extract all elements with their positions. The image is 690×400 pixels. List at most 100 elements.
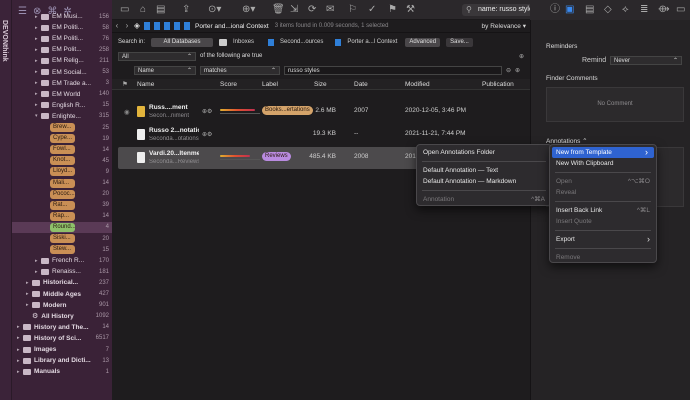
panel-icon[interactable]: ▭	[676, 4, 685, 16]
finder-comment-field[interactable]: No Comment	[546, 87, 684, 122]
add-criteria-icon[interactable]: ⊕	[515, 67, 520, 74]
sidebar-item-label: EM Polit...	[52, 46, 82, 54]
link-icon[interactable]: ⟡	[622, 4, 629, 16]
table-row[interactable]: ◉ Russ....ment Secon...niment ⊕⚙ Books...er…	[112, 101, 530, 123]
sidebar-item[interactable]: ▸ EM Trade a... 3	[12, 78, 112, 89]
sidebar-item[interactable]: ▸ Modern 901	[12, 300, 112, 311]
flag-icon[interactable]: ⚑	[388, 4, 397, 16]
sidebar-item[interactable]: Mali... 14	[12, 178, 112, 189]
more-icon[interactable]: ⊙▾	[208, 4, 221, 16]
scope-inboxes[interactable]: Inboxes	[233, 39, 254, 45]
operator-select[interactable]: matches ⌃	[200, 65, 280, 75]
col-name[interactable]: Name	[137, 81, 154, 88]
sidebar-item[interactable]: ▸ EM Social... 53	[12, 67, 112, 78]
col-size[interactable]: Size	[314, 81, 327, 88]
menu-item[interactable]: Default Annotation — Markdown	[417, 176, 551, 187]
advanced-button[interactable]: Advanced	[405, 37, 441, 47]
sidebar-item[interactable]: Siski... 20	[12, 233, 112, 244]
sidebar-item[interactable]: ▸ Middle Ages 427	[12, 289, 112, 300]
sidebar-item[interactable]: ▸ Historical... 237	[12, 277, 112, 288]
col-date[interactable]: Date	[354, 81, 368, 88]
menu-item[interactable]: Export ›	[550, 234, 656, 245]
forward-icon[interactable]: ›	[122, 20, 132, 32]
format-icon[interactable]: ▤	[156, 4, 165, 16]
sidebar-item[interactable]: Round... 4	[12, 221, 112, 233]
sidebar-item[interactable]: ▸ Library and Dicti... 13	[12, 355, 112, 366]
menu-item[interactable]: New from Template ›	[552, 147, 654, 158]
document-icon[interactable]: ▤	[585, 4, 594, 16]
tag-label: Lloyd...	[50, 167, 75, 177]
sidebar-item[interactable]: ▸ Images 7	[12, 344, 112, 355]
search-value: name: russo styles	[478, 6, 537, 13]
sidebar-item[interactable]: ▸ History and The... 14	[12, 322, 112, 333]
criteria-value-input[interactable]: russo styles	[284, 65, 502, 75]
pane-divider[interactable]	[530, 20, 540, 400]
sidebar-toggle-icon[interactable]: ▭	[120, 4, 129, 16]
save-search-button[interactable]: Save...	[446, 37, 473, 47]
sidebar-item[interactable]: ▸ EM Relig... 211	[12, 55, 112, 66]
sidebar-item[interactable]: Rat... 39	[12, 200, 112, 211]
related-icon[interactable]: ⟴	[658, 4, 670, 16]
sidebar-item[interactable]: ▸ EM Politi... 58	[12, 22, 112, 33]
sidebar-item[interactable]: Brew... 25	[12, 122, 112, 133]
sidebar-item[interactable]: ▸ EM World 140	[12, 89, 112, 100]
col-publication[interactable]: Publication	[482, 81, 514, 88]
sidebar-item[interactable]: ▸ EM Politi... 76	[12, 33, 112, 44]
col-score[interactable]: Score	[220, 81, 237, 88]
sidebar-item-count: 4	[105, 224, 109, 231]
open-in-icon[interactable]: ⇲	[290, 4, 298, 16]
menu-item[interactable]: Insert Back Link ^⌘L	[550, 205, 656, 216]
sidebar-item[interactable]: Pococ... 20	[12, 189, 112, 200]
menu-item[interactable]: Open Annotations Folder	[417, 147, 551, 158]
menu-item: Remove	[550, 252, 656, 263]
remind-select[interactable]: Never ⌃	[610, 56, 682, 65]
add-criteria-icon[interactable]: ⊕	[519, 53, 524, 60]
tag-icon[interactable]: ◇	[604, 4, 612, 16]
sidebar-item[interactable]: ▾ Enlighte... 315	[12, 111, 112, 122]
sidebar-item[interactable]: ▸ French R... 170	[12, 255, 112, 266]
back-icon[interactable]: ‹	[112, 20, 122, 32]
sidebar-item[interactable]: Stew... 15	[12, 244, 112, 255]
bookmark-icon[interactable]: ⌂	[140, 4, 146, 16]
menu-item[interactable]: New With Clipboard	[550, 158, 656, 169]
sidebar-item[interactable]: ▸ EM Polit... 258	[12, 44, 112, 55]
table-row[interactable]: Russo 2...notation)Seconda...otations⊕⚙ …	[112, 124, 530, 146]
menu-item[interactable]: Default Annotation — Text	[417, 165, 551, 176]
tools-icon[interactable]: ⚒	[406, 4, 415, 16]
add-icon[interactable]: ⊕▾	[242, 4, 255, 16]
share-icon[interactable]: ⇪	[182, 4, 190, 16]
sort-menu[interactable]: by Relevance ▾	[482, 22, 526, 30]
info-icon[interactable]: ⓘ	[550, 4, 560, 16]
sidebar-item[interactable]: ▸ History of Sci... 6517	[12, 333, 112, 344]
sidebar-item[interactable]: Lloyd... 9	[12, 166, 112, 177]
submenu-arrow-icon: ›	[645, 147, 648, 157]
sidebar-item[interactable]: ▸ EM Musi... 156	[12, 11, 112, 22]
see-also-icon[interactable]: ≣	[640, 4, 648, 16]
all-any-select[interactable]: All ⌃	[118, 51, 196, 61]
scope-porter-context[interactable]: Porter a...l Context	[347, 39, 397, 45]
sidebar-item[interactable]: ▸ English R... 15	[12, 100, 112, 111]
flag-column-icon[interactable]: ⚑	[122, 80, 128, 88]
annotation-icon[interactable]: ▣	[565, 4, 574, 16]
scope-secondary-sources[interactable]: Second...ources	[280, 39, 323, 45]
sidebar-item[interactable]: Cype... 19	[12, 133, 112, 144]
info-icon[interactable]: ✉	[326, 4, 334, 16]
sidebar-item-label: Manuals	[34, 368, 61, 376]
sidebar-item[interactable]: ▸ Renaiss... 181	[12, 266, 112, 277]
breadcrumb[interactable]: Porter and...ional Context	[195, 23, 269, 30]
sidebar-item[interactable]: ▸ Manuals 1	[12, 366, 112, 377]
scope-all-databases[interactable]: All Databases	[151, 37, 214, 47]
sidebar-item[interactable]: ⚙ All History 1092	[12, 311, 112, 322]
remove-criteria-icon[interactable]: ⊖	[506, 67, 511, 74]
sidebar-item[interactable]: Rap... 14	[12, 211, 112, 222]
sidebar-item[interactable]: Fowl... 14	[12, 144, 112, 155]
pin-icon[interactable]: ⚐	[348, 4, 357, 16]
mark-icon[interactable]: ✓	[368, 4, 376, 16]
sync-icon[interactable]: ⟳	[308, 4, 316, 16]
col-modified[interactable]: Modified	[405, 81, 430, 88]
trash-icon[interactable]: 🗑	[272, 4, 285, 16]
field-select[interactable]: Name ⌃	[134, 65, 196, 75]
col-label[interactable]: Label	[262, 81, 278, 88]
sidebar-item[interactable]: Knot... 45	[12, 155, 112, 166]
menu-item: Insert Quote	[550, 216, 656, 227]
